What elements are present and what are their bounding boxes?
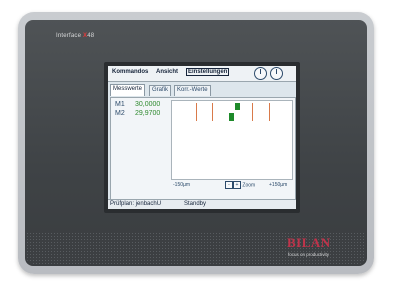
brand-suffix: 48: [87, 33, 95, 39]
zoom-in-button[interactable]: +: [233, 181, 241, 189]
measure-label-m1: M1: [115, 101, 125, 108]
menu-kommandos[interactable]: Kommandos: [112, 69, 148, 75]
tab-korr-werte[interactable]: Korr.-Werte: [174, 85, 211, 96]
status-text: Standby: [184, 201, 207, 207]
measure-value-m1: 30,0000: [135, 101, 161, 108]
zoom-out-button[interactable]: -: [225, 181, 233, 189]
x-axis-max-label: +150µm: [269, 182, 288, 188]
measure-value-m2: 29,9700: [135, 110, 161, 117]
tab-messwerte[interactable]: Messwerte: [110, 84, 146, 96]
measure-label-m2: M2: [115, 110, 125, 117]
logo-tagline: focus on productivity: [288, 252, 330, 257]
status-bar: Prüfplan: jenbachU Standby: [108, 199, 296, 209]
tolerance-line: [269, 103, 270, 121]
m2-deviation-marker: [229, 113, 234, 121]
dial-icon[interactable]: [254, 67, 267, 80]
menu-bar: Kommandos Ansicht Einstellungen: [108, 66, 296, 82]
x-axis-min-label: -150µm: [173, 182, 191, 188]
menu-einstellungen[interactable]: Einstellungen: [185, 68, 230, 76]
brand-prefix: Interface: [56, 33, 82, 39]
tolerance-line: [252, 103, 253, 121]
m1-deviation-marker: [235, 103, 240, 110]
logo-wordmark: BILAN: [287, 235, 331, 250]
deviation-plot: [171, 100, 293, 180]
measurement-panel: M1 30,0000 M2 29,9700 -150µm - + Zoom +15…: [110, 97, 296, 200]
device-model-label: Interface X48: [56, 33, 94, 39]
touch-screen: Kommandos Ansicht Einstellungen Messwert…: [108, 66, 296, 209]
tolerance-line: [212, 103, 213, 121]
menu-ansicht[interactable]: Ansicht: [156, 69, 178, 75]
brand-logo: BILAN focus on productivity: [287, 235, 347, 261]
tolerance-line: [196, 103, 197, 121]
zoom-label: Zoom: [242, 182, 256, 189]
dial-icon[interactable]: [270, 67, 283, 80]
test-plan-label: Prüfplan: jenbachU: [110, 201, 162, 207]
tab-grafik[interactable]: Grafik: [149, 85, 172, 96]
zoom-control: - + Zoom: [225, 181, 255, 189]
